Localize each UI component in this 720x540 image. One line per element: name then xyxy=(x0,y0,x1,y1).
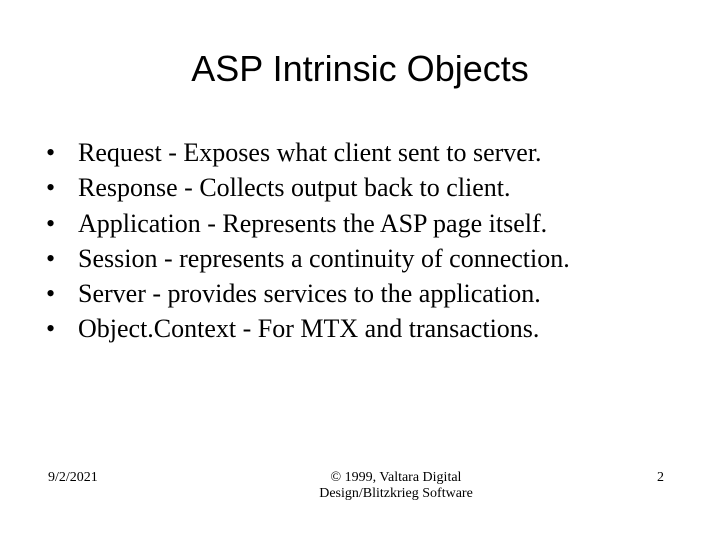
footer-date: 9/2/2021 xyxy=(48,470,188,486)
slide-footer: 9/2/2021 © 1999, Valtara Digital Design/… xyxy=(0,470,720,502)
slide-body: Request - Exposes what client sent to se… xyxy=(0,98,720,346)
footer-copyright-line2: Design/Blitzkrieg Software xyxy=(319,486,473,501)
bullet-item: Session - represents a continuity of con… xyxy=(40,242,680,275)
footer-copyright: © 1999, Valtara Digital Design/Blitzkrie… xyxy=(188,470,604,502)
slide-title: ASP Intrinsic Objects xyxy=(0,0,720,98)
bullet-item: Application - Represents the ASP page it… xyxy=(40,207,680,240)
footer-page-number: 2 xyxy=(604,470,664,486)
slide: ASP Intrinsic Objects Request - Exposes … xyxy=(0,0,720,540)
footer-copyright-line1: © 1999, Valtara Digital xyxy=(331,470,462,485)
bullet-item: Server - provides services to the applic… xyxy=(40,277,680,310)
bullet-list: Request - Exposes what client sent to se… xyxy=(40,136,680,346)
bullet-item: Response - Collects output back to clien… xyxy=(40,171,680,204)
bullet-item: Request - Exposes what client sent to se… xyxy=(40,136,680,169)
bullet-item: Object.Context - For MTX and transaction… xyxy=(40,312,680,345)
